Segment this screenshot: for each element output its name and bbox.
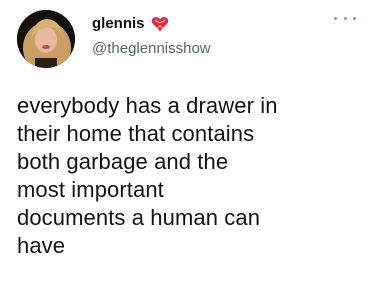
avatar-photo — [17, 10, 75, 68]
dot — [334, 16, 337, 20]
heart-with-ribbon-icon — [151, 16, 169, 32]
dot — [343, 16, 347, 20]
dot — [353, 16, 356, 20]
author-name-row: glennis — [92, 15, 169, 33]
author-handle[interactable]: @theglennisshow — [92, 40, 211, 58]
more-options-icon[interactable] — [334, 12, 356, 24]
tweet-text: everybody has a drawer in their home tha… — [17, 93, 278, 258]
tweet-card: glennis @theglennisshow everybody has a … — [0, 0, 370, 302]
author-display-name[interactable]: glennis — [92, 15, 145, 33]
avatar[interactable] — [17, 10, 75, 68]
